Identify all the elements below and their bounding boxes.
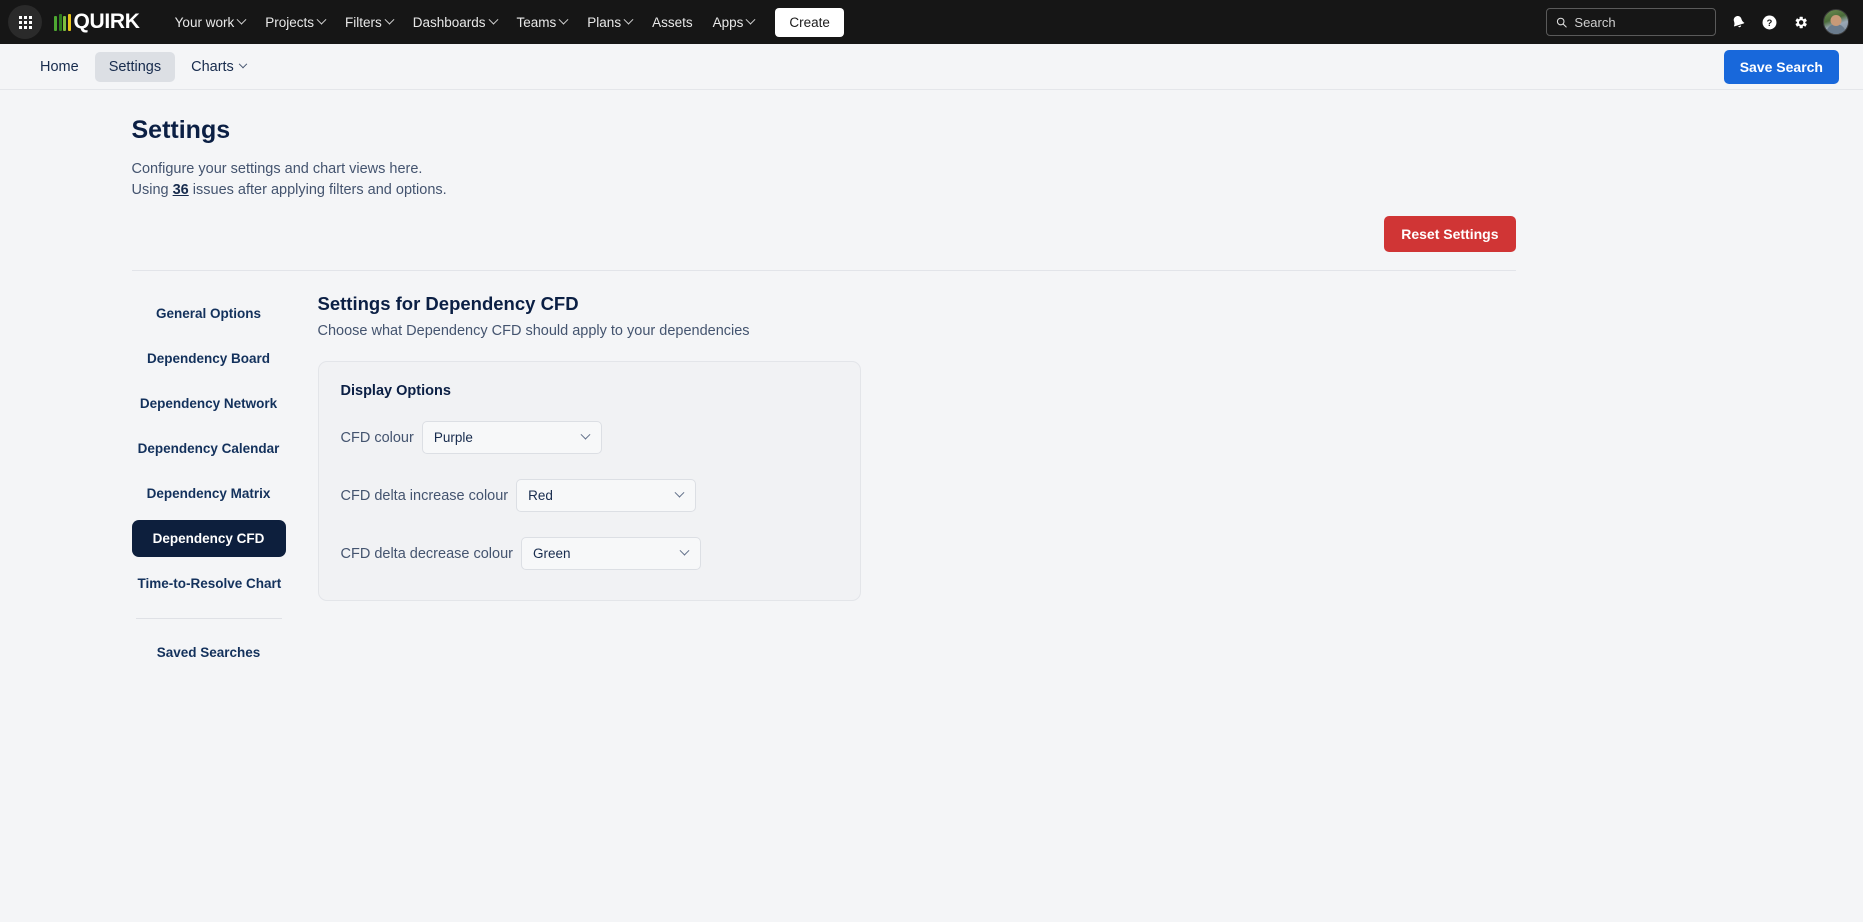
settings-gear-icon[interactable] <box>1792 14 1809 31</box>
top-bar-actions: ? <box>1546 8 1849 36</box>
settings-sidebar: General Options Dependency Board Depende… <box>131 293 286 678</box>
sidebar-item-dependency-network[interactable]: Dependency Network <box>132 385 286 422</box>
nav-assets-label: Assets <box>652 14 693 30</box>
cfd-delta-decrease-colour-label: CFD delta decrease colour <box>340 545 513 562</box>
nav-plans-label: Plans <box>587 14 622 30</box>
cfd-delta-increase-colour-label: CFD delta increase colour <box>340 487 509 504</box>
chevron-down-icon <box>679 545 690 556</box>
issue-count: 36 <box>172 181 189 198</box>
tab-charts-label: Charts <box>191 58 234 75</box>
tab-settings-label: Settings <box>108 58 162 75</box>
nav-plans[interactable]: Plans <box>578 9 641 36</box>
settings-content: General Options Dependency Board Depende… <box>131 293 1732 678</box>
page-body: Settings Configure your settings and cha… <box>0 90 1863 921</box>
display-options-card: Display Options CFD colour Purple CFD de… <box>317 361 861 602</box>
nav-projects-label: Projects <box>265 14 314 30</box>
tab-home-label: Home <box>40 58 79 75</box>
notifications-bell-icon[interactable] <box>1730 14 1747 31</box>
quirk-logo-mark-icon <box>54 13 71 31</box>
sidebar-item-time-to-resolve-chart[interactable]: Time-to-Resolve Chart <box>132 565 286 602</box>
issues-suffix: issues after applying filters and option… <box>188 181 447 198</box>
chevron-down-icon <box>674 487 685 498</box>
sidebar-item-dependency-calendar[interactable]: Dependency Calendar <box>132 430 286 467</box>
settings-tabs: Home Settings Charts <box>26 51 260 82</box>
panel-subtitle: Choose what Dependency CFD should apply … <box>317 323 750 340</box>
page-title: Settings <box>131 116 231 144</box>
reset-settings-row: Reset Settings <box>132 216 1732 253</box>
help-question-icon[interactable]: ? <box>1761 14 1778 31</box>
save-search-button[interactable]: Save Search <box>1723 49 1839 84</box>
primary-navigation: Your work Projects Filters Dashboards Te… <box>166 7 844 37</box>
sidebar-item-dependency-cfd[interactable]: Dependency CFD <box>131 520 286 558</box>
sidebar-divider <box>135 618 282 620</box>
nav-apps[interactable]: Apps <box>704 9 764 36</box>
brand-name: QUIRK <box>73 10 140 33</box>
nav-your-work[interactable]: Your work <box>166 9 255 36</box>
nav-filters[interactable]: Filters <box>336 9 402 36</box>
nav-dashboards-label: Dashboards <box>412 14 486 30</box>
nav-teams[interactable]: Teams <box>508 9 577 36</box>
cfd-delta-decrease-colour-select[interactable]: Green <box>520 537 701 571</box>
issues-prefix: Using <box>131 181 173 198</box>
chevron-down-icon <box>236 14 247 25</box>
nav-teams-label: Teams <box>516 14 557 30</box>
apps-grid-icon[interactable] <box>8 5 42 39</box>
tab-settings[interactable]: Settings <box>94 51 176 82</box>
page-description-line-2: Using 36 issues after applying filters a… <box>132 180 1732 201</box>
reset-settings-button[interactable]: Reset Settings <box>1384 216 1516 253</box>
sidebar-item-saved-searches[interactable]: Saved Searches <box>132 634 286 671</box>
nav-dashboards[interactable]: Dashboards <box>404 9 506 36</box>
tab-home[interactable]: Home <box>26 52 93 82</box>
global-search-input[interactable] <box>1574 14 1706 30</box>
chevron-down-icon <box>384 14 395 25</box>
global-search-box[interactable] <box>1546 8 1716 36</box>
sidebar-item-dependency-board[interactable]: Dependency Board <box>132 340 286 377</box>
svg-text:?: ? <box>1767 18 1773 28</box>
cfd-delta-increase-colour-select[interactable]: Red <box>516 479 697 513</box>
panel-title: Settings for Dependency CFD <box>317 293 579 315</box>
chevron-down-icon <box>623 14 634 25</box>
nav-assets[interactable]: Assets <box>643 9 702 36</box>
header-divider <box>131 270 1516 272</box>
settings-panel: Settings for Dependency CFD Choose what … <box>317 293 1732 678</box>
nav-apps-label: Apps <box>712 14 744 30</box>
field-cfd-delta-increase-colour: CFD delta increase colour Red <box>340 479 838 513</box>
grid-dots <box>18 15 32 29</box>
global-top-bar: QUIRK Your work Projects Filters Dashboa… <box>0 0 1863 44</box>
chevron-down-icon <box>238 59 248 68</box>
chevron-down-icon <box>580 429 591 440</box>
chevron-down-icon <box>488 14 498 25</box>
chevron-down-icon <box>316 14 327 25</box>
cfd-colour-select[interactable]: Purple <box>421 421 602 455</box>
tab-charts[interactable]: Charts <box>177 52 260 82</box>
page-content-wrapper: Settings Configure your settings and cha… <box>131 116 1732 678</box>
cfd-delta-increase-colour-value: Red <box>528 488 553 504</box>
secondary-navigation-bar: Home Settings Charts Save Search <box>0 44 1863 90</box>
page-description-line-1: Configure your settings and chart views … <box>131 161 423 177</box>
field-cfd-colour: CFD colour Purple <box>340 421 838 455</box>
chevron-down-icon <box>745 14 756 25</box>
search-icon <box>1556 17 1567 28</box>
field-cfd-delta-decrease-colour: CFD delta decrease colour Green <box>340 537 838 571</box>
chevron-down-icon <box>558 14 569 25</box>
page-description: Configure your settings and chart views … <box>132 159 1732 200</box>
nav-projects[interactable]: Projects <box>256 9 334 36</box>
nav-your-work-label: Your work <box>174 14 235 30</box>
nav-filters-label: Filters <box>344 14 382 30</box>
user-avatar[interactable] <box>1823 9 1849 35</box>
display-options-title: Display Options <box>340 383 451 400</box>
cfd-delta-decrease-colour-value: Green <box>532 546 571 562</box>
sidebar-item-general-options[interactable]: General Options <box>132 295 286 332</box>
cfd-colour-value: Purple <box>433 430 473 446</box>
sidebar-item-dependency-matrix[interactable]: Dependency Matrix <box>132 475 286 512</box>
brand-logo[interactable]: QUIRK <box>54 10 140 34</box>
cfd-colour-label: CFD colour <box>340 429 414 446</box>
create-button[interactable]: Create <box>775 7 844 37</box>
